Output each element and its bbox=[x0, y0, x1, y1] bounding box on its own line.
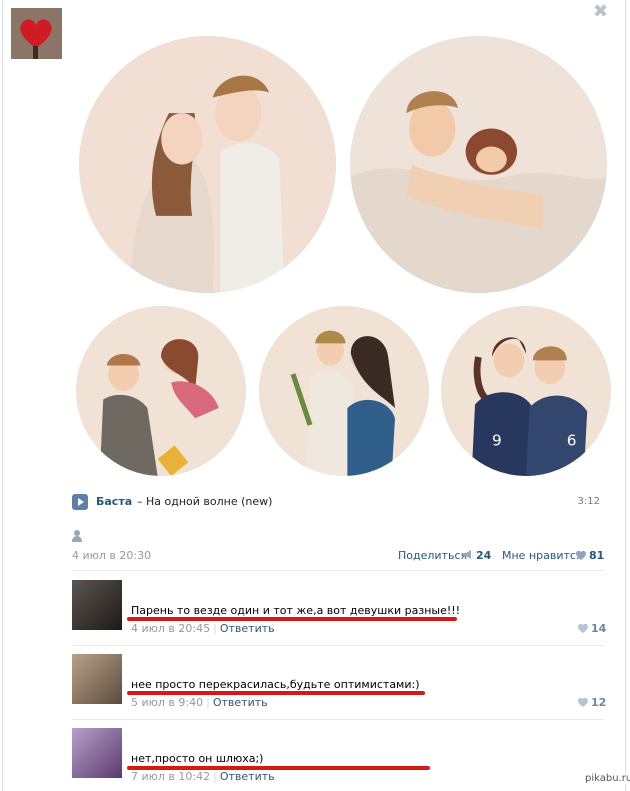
heart-icon[interactable] bbox=[577, 697, 589, 707]
comment-avatar[interactable] bbox=[72, 580, 122, 630]
like-count: 81 bbox=[589, 549, 605, 562]
divider bbox=[72, 570, 604, 571]
svg-text:9: 9 bbox=[492, 431, 502, 449]
comment-meta: 4 июл в 20:45 | Ответить bbox=[131, 622, 275, 635]
reply-button[interactable]: Ответить bbox=[220, 770, 275, 783]
close-icon[interactable]: ✖ bbox=[593, 3, 608, 21]
play-icon[interactable] bbox=[72, 494, 88, 510]
illustration-couple-sitting[interactable] bbox=[76, 306, 246, 476]
heart-icon[interactable] bbox=[577, 623, 589, 633]
comment-date[interactable]: 5 июл в 9:40 bbox=[131, 696, 203, 709]
comment-likes: 14 bbox=[591, 622, 607, 635]
share-button[interactable]: Поделиться bbox=[398, 549, 467, 562]
megaphone-icon bbox=[463, 550, 471, 559]
comment-text: нее просто перекрасилась,будьте оптимист… bbox=[131, 678, 420, 691]
reply-button[interactable]: Ответить bbox=[220, 622, 275, 635]
highlight-underline bbox=[127, 617, 457, 621]
author-avatar[interactable] bbox=[11, 8, 62, 59]
like-button[interactable]: Мне нравится bbox=[502, 549, 583, 562]
illustration-couple-jerseys[interactable]: 9 6 bbox=[441, 306, 611, 476]
share-count: 24 bbox=[476, 549, 492, 562]
comment-meta: 5 июл в 9:40 | Ответить bbox=[131, 696, 268, 709]
comment-text: Парень то везде один и тот же,а вот деву… bbox=[131, 604, 461, 617]
illustration-couple-bed[interactable] bbox=[350, 36, 607, 293]
audio-title: – На одной волне (new) bbox=[137, 495, 273, 508]
heart-icon[interactable] bbox=[575, 550, 587, 560]
illustration-couple-kiss[interactable] bbox=[259, 306, 429, 476]
post-date[interactable]: 4 июл в 20:30 bbox=[72, 549, 151, 562]
comment-avatar[interactable] bbox=[72, 728, 122, 778]
illustration-couple-standing[interactable] bbox=[79, 36, 336, 293]
comment-likes: 12 bbox=[591, 696, 607, 709]
comment-avatar[interactable] bbox=[72, 654, 122, 704]
comment-text: нет,просто он шлюха;) bbox=[131, 752, 264, 765]
comment-meta: 7 июл в 10:42 | Ответить bbox=[131, 770, 275, 783]
comment-date[interactable]: 7 июл в 10:42 bbox=[131, 770, 210, 783]
reply-button[interactable]: Ответить bbox=[213, 696, 268, 709]
divider bbox=[72, 719, 604, 720]
svg-text:6: 6 bbox=[567, 431, 577, 449]
person-icon[interactable] bbox=[72, 530, 82, 542]
watermark: pikabu.ru bbox=[585, 773, 630, 784]
audio-artist[interactable]: Баста bbox=[96, 495, 132, 508]
highlight-underline bbox=[127, 691, 425, 695]
divider bbox=[72, 645, 604, 646]
audio-duration: 3:12 bbox=[577, 496, 600, 507]
comment-date[interactable]: 4 июл в 20:45 bbox=[131, 622, 210, 635]
audio-track[interactable]: Баста – На одной волне (new) 3:12 bbox=[72, 492, 604, 512]
